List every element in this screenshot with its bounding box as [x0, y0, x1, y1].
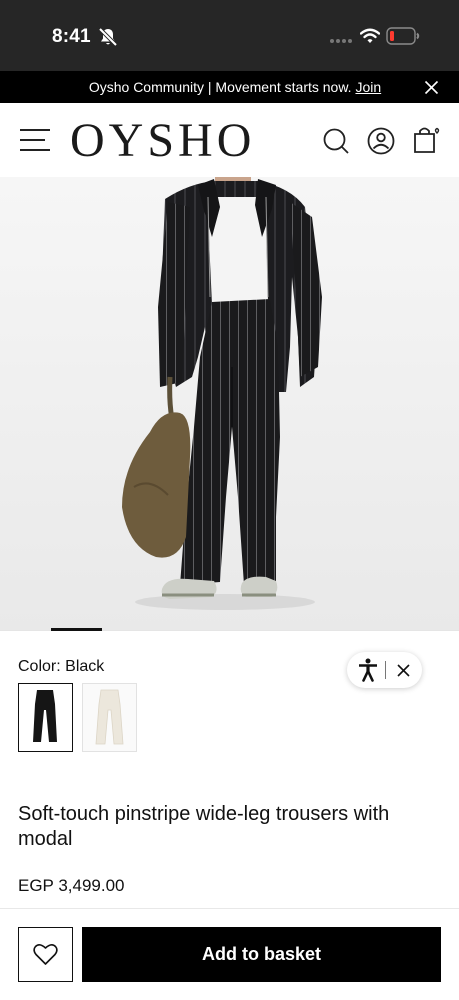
wifi-icon	[360, 28, 380, 43]
status-time: 8:41	[52, 26, 91, 47]
wishlist-button[interactable]	[18, 927, 73, 982]
product-price: EGP 3,499.00	[18, 876, 125, 895]
brand-logo[interactable]: OYSHO	[70, 113, 255, 169]
product-title: Soft-touch pinstripe wide-leg trousers w…	[18, 803, 390, 850]
search-icon[interactable]	[322, 127, 350, 155]
color-value: Black	[65, 658, 105, 675]
close-icon[interactable]	[424, 80, 439, 95]
color-swatch-white[interactable]	[82, 683, 137, 752]
heart-icon	[33, 944, 58, 965]
bell-off-icon	[98, 27, 118, 47]
battery-icon	[386, 27, 420, 45]
signal-icon	[330, 39, 352, 43]
add-to-basket-button[interactable]: Add to basket	[82, 927, 441, 982]
promo-banner: Oysho Community | Movement starts now. J…	[0, 71, 459, 103]
gallery-indicator	[51, 628, 102, 631]
promo-text: Oysho Community | Movement starts now. J…	[0, 79, 459, 95]
bottom-divider	[0, 908, 459, 909]
accessibility-divider	[385, 661, 386, 679]
product-image[interactable]	[0, 177, 459, 630]
color-label-key: Color:	[18, 658, 61, 675]
status-bar: 8:41	[0, 0, 459, 71]
accessibility-icon[interactable]	[358, 658, 378, 682]
bag-icon[interactable]	[412, 125, 442, 155]
swatch-white-image	[83, 684, 136, 751]
menu-icon[interactable]	[19, 126, 51, 154]
color-swatch-black[interactable]	[18, 683, 73, 752]
promo-message: Oysho Community | Movement starts now.	[88, 79, 352, 95]
product-photo	[0, 177, 459, 630]
account-icon[interactable]	[367, 127, 395, 155]
color-label: Color: Black	[18, 658, 104, 676]
promo-join-link[interactable]: Join	[355, 79, 381, 95]
accessibility-widget	[347, 652, 422, 688]
site-header: OYSHO	[0, 103, 459, 177]
swatch-black-image	[19, 684, 71, 750]
close-icon[interactable]	[397, 664, 410, 677]
